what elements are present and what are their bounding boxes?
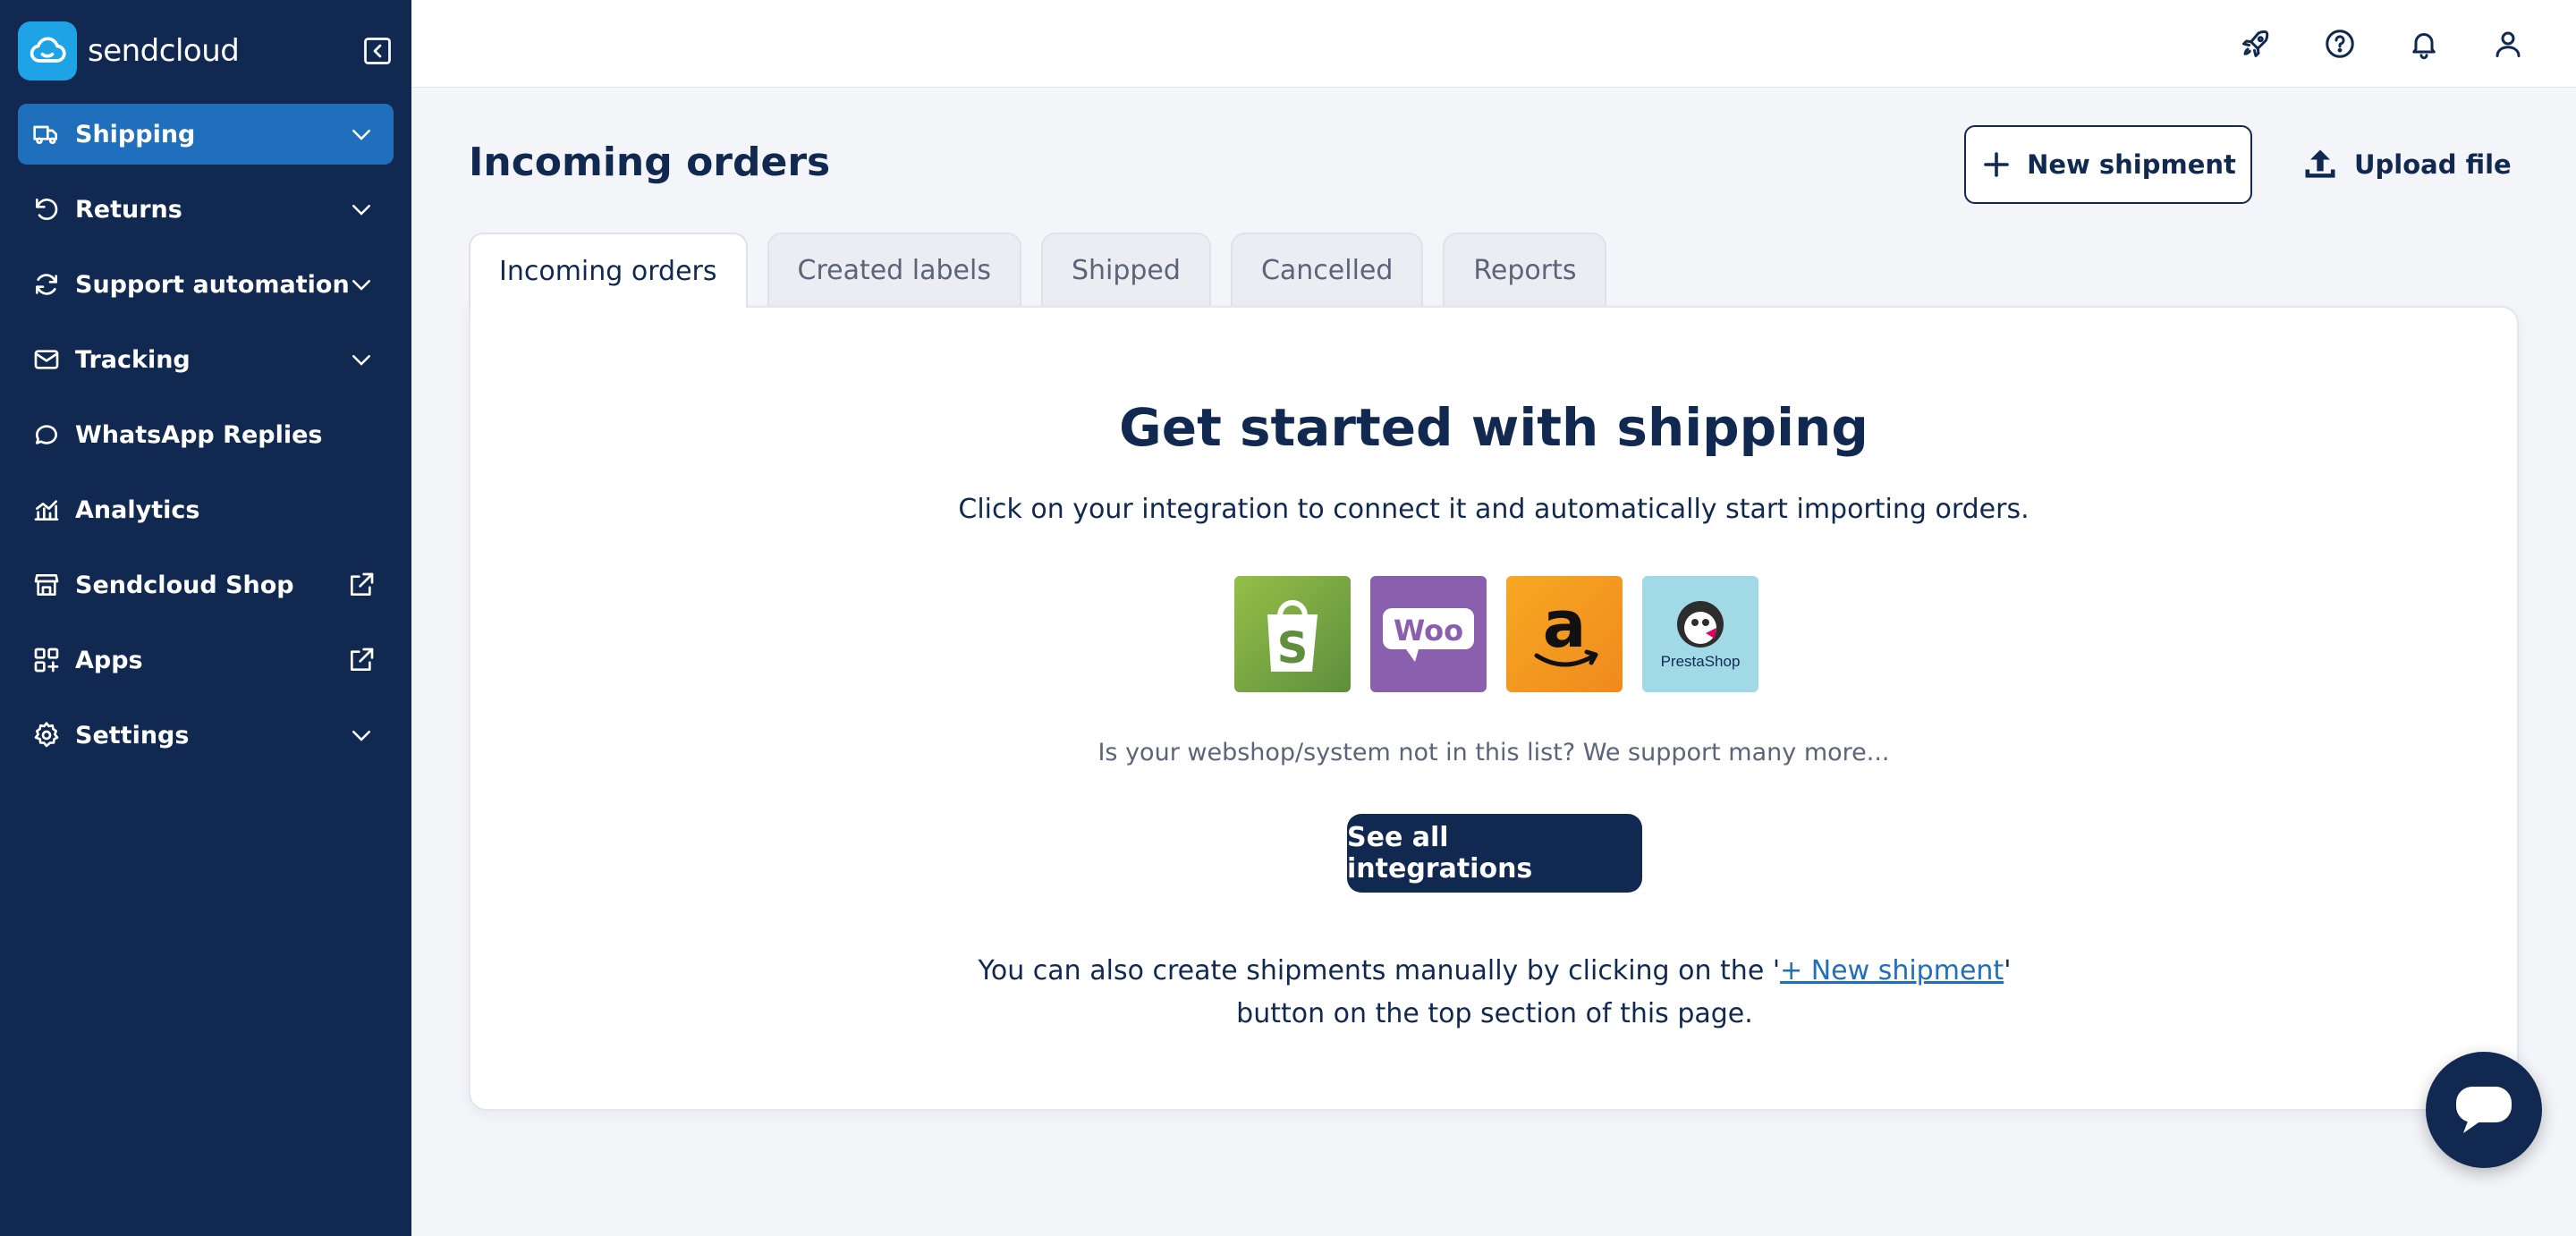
mail-icon: [30, 343, 63, 376]
page-title: Incoming orders: [469, 140, 831, 185]
gear-icon: [30, 719, 63, 751]
bell-icon[interactable]: [2406, 26, 2442, 62]
chevron-down-icon[interactable]: [345, 343, 377, 376]
chevron-down-icon[interactable]: [345, 193, 377, 225]
tab-incoming-orders[interactable]: Incoming orders: [469, 233, 748, 308]
new-shipment-link[interactable]: + New shipment: [1780, 955, 2004, 986]
sidebar-item-support-automation[interactable]: Support automation: [18, 254, 394, 315]
sidebar: sendcloud Shipping Returns Support autom…: [0, 0, 411, 1236]
sidebar-item-settings[interactable]: Settings: [18, 705, 394, 766]
see-all-integrations-button[interactable]: See all integrations: [1347, 814, 1642, 893]
sidebar-item-label: Returns: [75, 195, 182, 224]
shopify-icon[interactable]: S: [1234, 576, 1351, 692]
tab-reports[interactable]: Reports: [1443, 233, 1607, 306]
new-shipment-button[interactable]: New shipment: [1964, 125, 2252, 204]
plus-icon: [1984, 152, 2009, 177]
sidebar-item-whatsapp-replies[interactable]: WhatsApp Replies: [18, 404, 394, 465]
new-shipment-label: New shipment: [2027, 149, 2236, 180]
sidebar-item-label: Analytics: [75, 495, 200, 524]
upload-icon: [2305, 149, 2335, 178]
brand-logo[interactable]: sendcloud: [18, 21, 394, 80]
cloud-icon: [18, 21, 77, 80]
integration-note: Is your webshop/system not in this list?…: [1097, 739, 1890, 766]
tab-bar: Incoming orders Created labels Shipped C…: [469, 233, 1626, 308]
upload-file-label: Upload file: [2354, 149, 2512, 180]
return-icon: [30, 193, 63, 225]
refresh-icon: [30, 268, 63, 301]
sidebar-item-returns[interactable]: Returns: [18, 179, 394, 240]
tab-cancelled[interactable]: Cancelled: [1230, 233, 1424, 306]
sidebar-item-tracking[interactable]: Tracking: [18, 329, 394, 390]
sidebar-item-label: Sendcloud Shop: [75, 571, 294, 599]
chat-widget-button[interactable]: [2426, 1052, 2542, 1168]
sidebar-item-label: Apps: [75, 646, 143, 674]
brand-name: sendcloud: [88, 33, 240, 69]
get-started-card: Get started with shipping Click on your …: [469, 306, 2519, 1111]
woocommerce-icon[interactable]: Woo: [1370, 576, 1487, 692]
user-icon[interactable]: [2490, 26, 2526, 62]
truck-icon: [30, 118, 63, 150]
sidebar-item-label: Shipping: [75, 120, 196, 148]
rocket-icon[interactable]: [2238, 26, 2274, 62]
sidebar-item-label: Support automation: [75, 270, 350, 299]
upload-file-button[interactable]: Upload file: [2301, 125, 2515, 204]
sidebar-item-label: WhatsApp Replies: [75, 420, 323, 449]
integration-list: S Woo a PrestaShop: [1234, 576, 1778, 692]
sidebar-item-label: Tracking: [75, 345, 191, 374]
sidebar-item-shipping[interactable]: Shipping: [18, 104, 394, 165]
chevron-down-icon[interactable]: [345, 268, 377, 301]
chat-icon: [2456, 1087, 2512, 1133]
hint-text-before: You can also create shipments manually b…: [978, 955, 1781, 986]
svg-text:S: S: [1277, 623, 1309, 673]
chevron-down-icon[interactable]: [345, 719, 377, 751]
collapse-sidebar-icon[interactable]: [361, 35, 394, 67]
external-link-icon[interactable]: [345, 644, 377, 676]
prestashop-icon[interactable]: PrestaShop: [1642, 576, 1758, 692]
card-subtitle: Click on your integration to connect it …: [958, 494, 2029, 525]
prestashop-wordmark: PrestaShop: [1660, 653, 1741, 670]
top-bar: [411, 0, 2576, 88]
chevron-down-icon[interactable]: [345, 118, 377, 150]
store-icon: [30, 569, 63, 601]
manual-shipment-hint: You can also create shipments manually b…: [953, 950, 2036, 1036]
chat-bubble-icon: [30, 419, 63, 451]
help-icon[interactable]: [2322, 26, 2358, 62]
analytics-icon: [30, 494, 63, 526]
amazon-icon[interactable]: a: [1506, 576, 1623, 692]
amazon-wordmark: a: [1543, 591, 1587, 662]
sidebar-nav: Shipping Returns Support automation Trac…: [18, 104, 394, 780]
sidebar-item-analytics[interactable]: Analytics: [18, 479, 394, 540]
card-heading: Get started with shipping: [1119, 397, 1868, 458]
apps-icon: [30, 644, 63, 676]
tab-created-labels[interactable]: Created labels: [767, 233, 1021, 306]
sidebar-item-apps[interactable]: Apps: [18, 630, 394, 690]
sidebar-item-sendcloud-shop[interactable]: Sendcloud Shop: [18, 555, 394, 615]
sidebar-item-label: Settings: [75, 721, 190, 749]
external-link-icon[interactable]: [345, 569, 377, 601]
woocommerce-wordmark: Woo: [1394, 614, 1463, 648]
tab-shipped[interactable]: Shipped: [1040, 233, 1211, 306]
